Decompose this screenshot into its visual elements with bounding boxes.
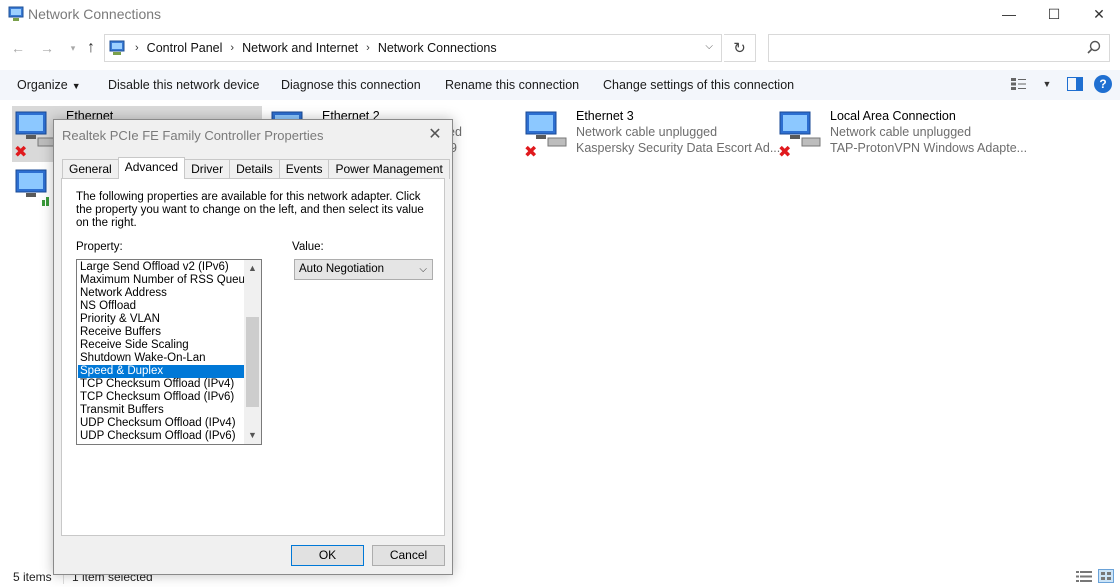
list-item[interactable]: UDP Checksum Offload (IPv4) <box>78 417 244 430</box>
connection-name: Local Area Connection <box>830 109 956 123</box>
search-icon <box>1087 40 1101 54</box>
search-input[interactable] <box>768 34 1110 62</box>
navigation-bar: ← → ▾ ↑ › Control Panel › Network and In… <box>0 32 1120 64</box>
change-settings-button[interactable]: Change settings of this connection <box>603 78 794 92</box>
connection-local-area[interactable]: ✖ Local Area Connection Network cable un… <box>776 106 1028 162</box>
list-item[interactable]: NS Offload <box>78 300 244 313</box>
tab-power-management[interactable]: Power Management <box>328 159 450 179</box>
value-select-text: Auto Negotiation <box>299 263 385 275</box>
details-view-icon[interactable] <box>1076 570 1092 583</box>
address-dropdown-chevron-icon[interactable]: ⌵ <box>705 41 713 52</box>
disable-device-button[interactable]: Disable this network device <box>108 78 259 92</box>
list-item-selected[interactable]: Speed & Duplex <box>78 365 244 378</box>
list-item[interactable]: Large Send Offload v2 (IPv6) <box>78 261 244 274</box>
ok-button[interactable]: OK <box>291 545 364 566</box>
connection-status: Network cable unplugged <box>576 125 718 139</box>
panel-description: The following properties are available f… <box>76 191 424 229</box>
refresh-button[interactable]: ↻ <box>724 34 756 62</box>
dialog-title: Realtek PCIe FE Family Controller Proper… <box>62 128 324 143</box>
forward-arrow-icon[interactable]: → <box>38 39 56 57</box>
organize-label: Organize <box>17 78 68 92</box>
list-item[interactable]: Priority & VLAN <box>78 313 244 326</box>
disconnected-x-icon: ✖ <box>524 144 538 161</box>
connection-adapter: Kaspersky Security Data Escort Ad... <box>576 141 781 155</box>
view-controls: ▼ ? <box>1010 75 1112 93</box>
chevron-down-icon: ⌵ <box>419 264 427 275</box>
value-label: Value: <box>292 241 324 253</box>
breadcrumb-network-and-internet[interactable]: Network and Internet <box>242 41 358 55</box>
rename-connection-button[interactable]: Rename this connection <box>445 78 579 92</box>
tab-advanced[interactable]: Advanced <box>117 157 186 179</box>
minimize-button[interactable]: — <box>986 0 1032 28</box>
property-label: Property: <box>76 241 123 253</box>
breadcrumb-separator-icon: › <box>230 42 235 54</box>
back-arrow-icon[interactable]: ← <box>9 39 27 57</box>
connection-ethernet-3[interactable]: ✖ Ethernet 3 Network cable unplugged Kas… <box>522 106 780 162</box>
maximize-button[interactable]: ☐ <box>1031 0 1077 28</box>
chevron-down-icon: ▼ <box>71 81 81 91</box>
disconnected-x-icon: ✖ <box>778 144 792 161</box>
list-item[interactable]: Transmit Buffers <box>78 404 244 417</box>
value-select[interactable]: Auto Negotiation ⌵ <box>294 259 433 280</box>
close-icon[interactable]: ✕ <box>424 124 446 146</box>
connection-adapter: TAP-ProtonVPN Windows Adapte... <box>830 141 1028 155</box>
listbox-scrollbar[interactable]: ▲ ▼ <box>244 260 261 444</box>
connection-name: Ethernet 3 <box>576 109 634 123</box>
dialog-tabs: General Advanced Driver Details Events P… <box>62 157 450 179</box>
title-bar: Network Connections — ☐ ✕ <box>0 0 1120 28</box>
breadcrumb-control-panel[interactable]: Control Panel <box>147 41 223 55</box>
tab-driver[interactable]: Driver <box>184 159 231 179</box>
large-icons-view-icon[interactable] <box>1098 569 1114 583</box>
scroll-down-icon[interactable]: ▼ <box>244 427 261 444</box>
change-view-icon[interactable] <box>1010 75 1028 93</box>
list-item[interactable]: Receive Buffers <box>78 326 244 339</box>
property-listbox[interactable]: Large Send Offload v2 (IPv6) Maximum Num… <box>76 259 262 445</box>
scroll-up-icon[interactable]: ▲ <box>244 260 261 277</box>
list-item[interactable]: UDP Checksum Offload (IPv6) <box>78 430 244 443</box>
connection-status: Network cable unplugged <box>830 125 972 139</box>
up-arrow-icon[interactable]: ↑ <box>82 39 100 57</box>
list-item[interactable]: Maximum Number of RSS Queues <box>78 274 257 287</box>
list-item[interactable]: Shutdown Wake-On-Lan <box>78 352 244 365</box>
tab-general[interactable]: General <box>62 159 119 179</box>
close-window-button[interactable]: ✕ <box>1076 0 1120 28</box>
breadcrumb-separator-icon: › <box>366 42 370 54</box>
list-item[interactable]: Network Address <box>78 287 244 300</box>
window-title: Network Connections <box>28 6 162 22</box>
breadcrumb-separator-icon: › <box>135 42 139 54</box>
list-item[interactable]: Receive Side Scaling <box>78 339 244 352</box>
help-icon[interactable]: ? <box>1094 75 1112 93</box>
cancel-button[interactable]: Cancel <box>372 545 445 566</box>
view-options-chevron-icon[interactable]: ▼ <box>1038 75 1056 93</box>
tab-details[interactable]: Details <box>229 159 280 179</box>
command-bar: Organize ▼ Disable this network device Di… <box>0 70 1120 100</box>
list-item[interactable]: TCP Checksum Offload (IPv6) <box>78 391 244 404</box>
disconnected-x-icon: ✖ <box>14 144 28 161</box>
diagnose-connection-button[interactable]: Diagnose this connection <box>281 78 421 92</box>
preview-pane-icon[interactable] <box>1066 75 1084 93</box>
tab-events[interactable]: Events <box>278 159 330 179</box>
connection-other[interactable] <box>12 164 52 220</box>
breadcrumb-network-connections[interactable]: Network Connections <box>378 41 497 55</box>
recent-locations-chevron-icon[interactable]: ▾ <box>64 39 82 57</box>
list-item[interactable]: TCP Checksum Offload (IPv4) <box>78 378 244 391</box>
control-panel-icon <box>109 40 125 55</box>
network-connections-icon <box>8 6 24 21</box>
organize-menu[interactable]: Organize ▼ <box>17 78 81 92</box>
advanced-panel: The following properties are available f… <box>61 178 445 536</box>
address-bar[interactable]: › Control Panel › Network and Internet ›… <box>104 34 722 62</box>
item-count: 5 items <box>13 570 52 584</box>
adapter-properties-dialog: Realtek PCIe FE Family Controller Proper… <box>53 119 453 575</box>
scroll-thumb[interactable] <box>246 317 259 407</box>
